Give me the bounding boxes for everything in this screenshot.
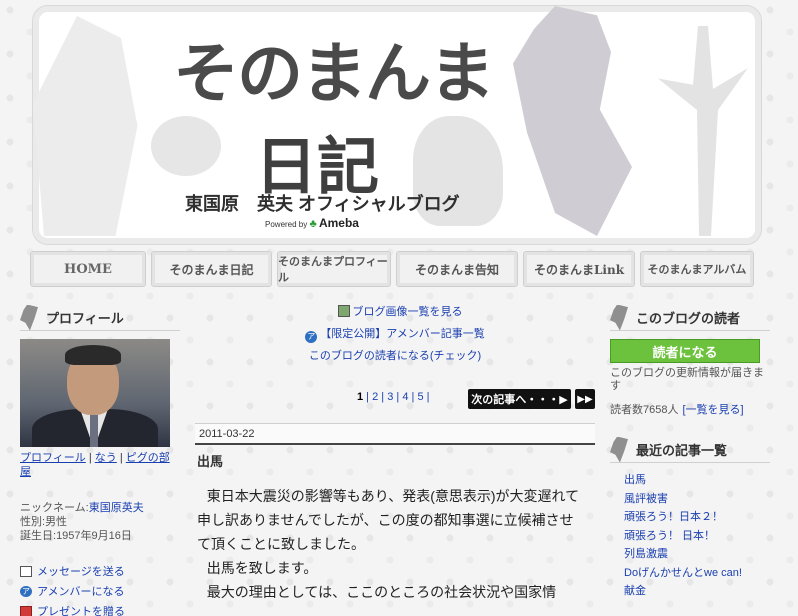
recent-post-link[interactable]: 頑張ろう！日本２！ — [624, 508, 770, 527]
left-sidebar: プロフィール プロフィール | なう | ピグの部屋 ニックネーム:東国原英夫 … — [20, 304, 180, 616]
ameba-icon: ア — [305, 331, 318, 343]
send-message-label: メッセージを送る — [37, 566, 125, 578]
gender-row: 性別:男性 — [20, 515, 180, 529]
profile-heading-label: プロフィール — [46, 311, 124, 326]
nav-tab-link[interactable]: そのまんまLink — [523, 251, 635, 287]
recent-post-link[interactable]: 頑張ろう！ 日本！ — [624, 527, 770, 546]
powered-by-ameba[interactable]: Powered by ♣ Ameba — [265, 216, 359, 230]
amember-list-row: ア【限定公開】アメンバー記事一覧 — [195, 327, 595, 349]
now-link[interactable]: なう — [95, 452, 117, 464]
post-paragraph: 出馬を致します。 — [206, 560, 318, 576]
powered-by-label: Powered by — [265, 220, 308, 229]
post-paragraph: 最大の理由としては、ここのところの社会状況や国家情 — [206, 584, 557, 600]
post-paragraph: 東日本大震災の影響等もあり、発表(意思表示)が大変遅れて申し訳ありませんでしたが… — [197, 488, 580, 552]
region-map-icon — [610, 436, 628, 463]
page-link-2[interactable]: 2 — [372, 391, 378, 403]
right-sidebar: このブログの読者 読者になる このブログの更新情報が届きます 読者数7658人[… — [610, 304, 770, 601]
recent-post-link[interactable]: 風評被害 — [624, 490, 770, 509]
region-map-icon — [20, 304, 38, 331]
post-title[interactable]: 出馬 — [195, 451, 595, 470]
image-list-row: ブログ画像一覧を見る — [205, 305, 595, 327]
become-amember-label: アメンバーになる — [37, 586, 125, 598]
readers-heading: このブログの読者 — [610, 304, 770, 331]
nav-tab-album[interactable]: そのまんまアルバム — [640, 251, 754, 287]
blog-title-main: そのまんま — [173, 34, 495, 112]
profile-heading: プロフィール — [20, 304, 180, 331]
amember-list-link[interactable]: 【限定公開】アメンバー記事一覧 — [320, 328, 484, 340]
send-present-link[interactable]: プレゼントを贈る — [20, 601, 180, 616]
photo-tie — [90, 415, 98, 447]
profile-actions: メッセージを送る アアメンバーになる プレゼントを贈る — [20, 561, 180, 616]
send-message-link[interactable]: メッセージを送る — [20, 561, 180, 581]
send-present-label: プレゼントを贈る — [37, 606, 125, 616]
post-body: 東日本大震災の影響等もあり、発表(意思表示)が大変遅れて申し訳ありませんでしたが… — [195, 484, 583, 604]
gender-label: 性別: — [20, 516, 46, 528]
reader-check-row: このブログの読者になる(チェック) — [195, 349, 595, 371]
last-page-button[interactable]: ▶▶ — [575, 389, 595, 409]
recent-post-link[interactable]: Doげんかせんとwe can! — [624, 564, 770, 583]
page-link-3[interactable]: 3 — [387, 391, 393, 403]
next-article-button[interactable]: 次の記事へ・・・▶ — [468, 389, 571, 409]
gift-icon — [20, 605, 32, 616]
nav-tab-profile[interactable]: そのまんまプロフィール — [277, 251, 391, 287]
blog-subtitle: 東国原 英夫 オフィシャルブログ — [185, 194, 460, 214]
ameba-leaf-icon: ♣ — [309, 218, 317, 230]
become-amember-link[interactable]: アアメンバーになる — [20, 581, 180, 601]
page-link-4[interactable]: 4 — [402, 391, 408, 403]
reader-list-label: 一覧を見る — [685, 404, 741, 416]
page-current: 1 — [357, 391, 364, 403]
nickname-row: ニックネーム:東国原英夫 — [20, 501, 180, 515]
ameba-icon: ア — [20, 585, 32, 597]
page-link-5[interactable]: 5 — [417, 391, 423, 403]
nav-tab-announce[interactable]: そのまんま告知 — [396, 251, 518, 287]
nav-tab-diary[interactable]: そのまんま日記 — [151, 251, 272, 287]
ameba-logo: Ameba — [318, 216, 359, 230]
link-separator: | — [116, 452, 126, 464]
become-reader-check-link[interactable]: このブログの読者になる(チェック) — [309, 350, 481, 362]
recent-posts-list: 出馬 風評被害 頑張ろう！日本２！ 頑張ろう！ 日本！ 列島激震 Doげんかせん… — [610, 471, 770, 601]
mango-silhouette — [151, 116, 221, 176]
image-list-link[interactable]: ブログ画像一覧を見る — [353, 306, 463, 318]
blog-header-banner[interactable]: そのまんま 日記 東国原 英夫 オフィシャルブログ Powered by ♣ A… — [32, 5, 762, 245]
reader-description: このブログの更新情報が届きます — [610, 367, 764, 392]
page-numbers: 1 | 2 | 3 | 4 | 5 | — [357, 391, 430, 403]
statue-silhouette — [33, 16, 138, 236]
post-date: 2011-03-22 — [195, 423, 595, 445]
birthday-label: 誕生日: — [20, 530, 57, 542]
nickname-label: ニックネーム: — [20, 502, 89, 514]
link-separator: | — [85, 452, 95, 464]
profile-meta: ニックネーム:東国原英夫 性別:男性 誕生日:1957年9月16日 — [20, 501, 180, 543]
recent-post-link[interactable]: 列島激震 — [624, 545, 770, 564]
reader-list-link[interactable]: [一覧を見る] — [682, 404, 743, 416]
main-content: ブログ画像一覧を見る ア【限定公開】アメンバー記事一覧 このブログの読者になる(… — [195, 305, 595, 604]
main-nav: HOME そのまんま日記 そのまんまプロフィール そのまんま告知 そのまんまLi… — [30, 251, 760, 287]
palm-tree-silhouette — [658, 26, 748, 236]
profile-links: プロフィール | なう | ピグの部屋 — [20, 451, 180, 479]
recent-post-link[interactable]: 献金 — [624, 582, 770, 601]
nav-tab-home[interactable]: HOME — [30, 251, 146, 287]
pagination: 1 | 2 | 3 | 4 | 5 | 次の記事へ・・・▶ ▶▶ — [195, 389, 595, 411]
profile-link[interactable]: プロフィール — [20, 452, 86, 464]
reader-count: 読者数7658人 [一覧を見る] — [610, 401, 770, 417]
recent-posts-heading: 最近の記事一覧 — [610, 436, 770, 463]
image-list-icon — [337, 305, 350, 317]
mail-icon — [20, 565, 32, 577]
recent-posts-heading-label: 最近の記事一覧 — [636, 443, 728, 458]
reader-count-value: 読者数7658人 — [610, 404, 679, 416]
recent-post-link[interactable]: 出馬 — [624, 471, 770, 490]
birthday-value: 1957年9月16日 — [56, 530, 132, 542]
nickname-value[interactable]: 東国原英夫 — [89, 502, 144, 514]
region-map-icon — [610, 304, 628, 331]
profile-photo[interactable] — [20, 339, 170, 447]
birthday-row: 誕生日:1957年9月16日 — [20, 529, 180, 543]
photo-hair — [65, 345, 121, 365]
gender-value: 男性 — [45, 516, 68, 528]
map-silhouette — [513, 6, 632, 236]
become-reader-button[interactable]: 読者になる — [610, 339, 760, 363]
readers-heading-label: このブログの読者 — [636, 311, 741, 326]
